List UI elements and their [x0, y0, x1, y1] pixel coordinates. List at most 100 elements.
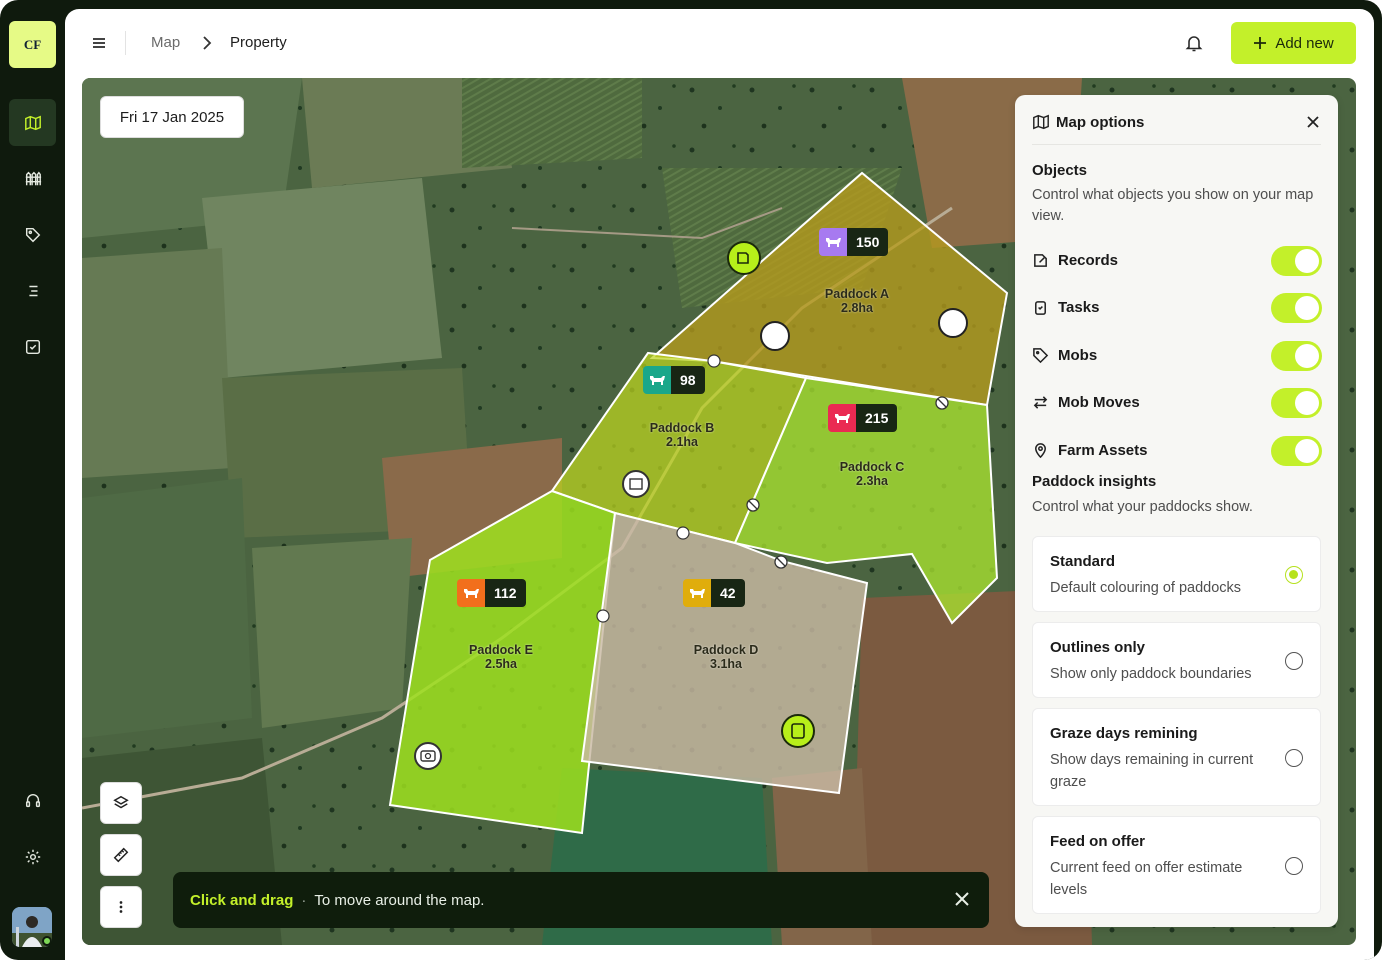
add-new-label: Add new: [1275, 34, 1334, 52]
objects-title: Objects: [1032, 162, 1088, 179]
toggle-row-farm-assets[interactable]: Farm Assets: [1032, 436, 1322, 466]
paddock-name: Paddock C: [839, 460, 905, 474]
insights-title: Paddock insights: [1032, 473, 1157, 490]
paddock-b-label[interactable]: Paddock B 2.1ha: [642, 421, 722, 449]
bell-icon[interactable]: [1184, 33, 1204, 53]
option-title: Feed on offer: [1050, 833, 1146, 850]
sidebar-item-records[interactable]: [9, 267, 56, 314]
toggle-label: Mob Moves: [1058, 394, 1140, 411]
layers-button[interactable]: [100, 782, 142, 824]
mob-count: 42: [711, 579, 745, 607]
task-pin[interactable]: [781, 714, 815, 748]
asset-pin[interactable]: [938, 308, 968, 338]
camera-pin[interactable]: [414, 742, 442, 770]
app-frame: CF Map Property Add new Paddock A 2.8ha …: [0, 0, 1382, 960]
map-options-panel: Map options Objects Control what objects…: [1015, 95, 1338, 927]
paddock-a-label[interactable]: Paddock A 2.8ha: [817, 287, 897, 315]
measure-button[interactable]: [100, 834, 142, 876]
paddock-area: 2.5ha: [485, 657, 517, 671]
insight-option-graze-days[interactable]: Graze days remining Show days remaining …: [1032, 708, 1321, 806]
toggle-row-records[interactable]: Records: [1032, 246, 1322, 276]
layers-icon: [113, 795, 129, 809]
tasks-toggle[interactable]: [1271, 293, 1322, 323]
toggle-label: Farm Assets: [1058, 442, 1148, 459]
paddock-name: Paddock D: [693, 643, 759, 657]
divider: [125, 31, 126, 55]
map-view[interactable]: Paddock A 2.8ha Paddock B 2.1ha Paddock …: [82, 78, 1356, 945]
cow-icon: [643, 366, 671, 394]
cow-icon: [828, 404, 856, 432]
insight-option-feed-on-offer[interactable]: Feed on offer Current feed on offer esti…: [1032, 816, 1321, 914]
toggle-row-mob-moves[interactable]: Mob Moves: [1032, 388, 1322, 418]
hint-toast: Click and drag · To move around the map.: [173, 872, 989, 928]
paddock-area: 3.1ha: [710, 657, 742, 671]
paddock-d-label[interactable]: Paddock D 3.1ha: [686, 643, 766, 671]
task-check-icon: [25, 339, 40, 354]
radio-selected[interactable]: [1285, 566, 1303, 584]
top-bar: Map Property Add new: [65, 9, 1374, 77]
arrows-icon: [1033, 396, 1048, 409]
menu-icon[interactable]: [89, 33, 109, 53]
main-panel: Map Property Add new Paddock A 2.8ha Pad…: [65, 9, 1374, 960]
panel-header: Map options: [1032, 113, 1321, 145]
option-title: Standard: [1050, 553, 1116, 570]
mob-count: 112: [485, 579, 526, 607]
close-icon[interactable]: [1305, 114, 1321, 130]
breadcrumb-property: Property: [230, 34, 287, 51]
toggle-row-mobs[interactable]: Mobs: [1032, 341, 1322, 371]
toggle-label: Tasks: [1058, 299, 1100, 316]
mob-badge[interactable]: 215: [828, 404, 898, 432]
cow-icon: [683, 579, 711, 607]
online-status-dot: [42, 936, 52, 946]
paddock-area: 2.8ha: [841, 301, 873, 315]
paddock-area: 2.1ha: [666, 435, 698, 449]
add-new-button[interactable]: Add new: [1231, 22, 1356, 64]
insight-option-standard[interactable]: Standard Default colouring of paddocks: [1032, 536, 1321, 612]
toggle-row-tasks[interactable]: Tasks: [1032, 293, 1322, 323]
mob-badge[interactable]: 98: [643, 366, 705, 394]
asset-shed-pin[interactable]: [622, 470, 650, 498]
mob-badge[interactable]: 42: [683, 579, 745, 607]
radio-unselected[interactable]: [1285, 652, 1303, 670]
sidebar-item-support[interactable]: [9, 777, 56, 824]
objects-desc: Control what objects you show on your ma…: [1032, 187, 1314, 224]
paddock-name: Paddock B: [649, 421, 715, 435]
sidebar-item-tasks[interactable]: [9, 323, 56, 370]
farm-assets-toggle[interactable]: [1271, 436, 1322, 466]
date-chip[interactable]: Fri 17 Jan 2025: [100, 96, 244, 138]
records-toggle[interactable]: [1271, 246, 1322, 276]
sidebar-item-mobs[interactable]: [9, 211, 56, 258]
cow-icon: [819, 228, 847, 256]
radio-unselected[interactable]: [1285, 857, 1303, 875]
radio-unselected[interactable]: [1285, 749, 1303, 767]
close-icon[interactable]: [953, 890, 971, 908]
map-icon: [24, 115, 41, 130]
mobs-toggle[interactable]: [1271, 341, 1322, 371]
mob-badge[interactable]: 150: [819, 228, 889, 256]
asset-pin[interactable]: [760, 321, 790, 351]
more-button[interactable]: [100, 886, 142, 928]
chevron-right-icon: [203, 36, 212, 50]
option-title: Graze days remining: [1050, 725, 1198, 742]
mob-moves-toggle[interactable]: [1271, 388, 1322, 418]
list-icon: [28, 285, 37, 296]
breadcrumb-map[interactable]: Map: [151, 34, 180, 51]
sidebar-item-settings[interactable]: [9, 833, 56, 880]
app-logo[interactable]: CF: [9, 21, 56, 68]
sidebar-item-map[interactable]: [9, 99, 56, 146]
sidebar: CF: [0, 0, 65, 960]
paddock-c-label[interactable]: Paddock C 2.3ha: [832, 460, 912, 488]
record-pin[interactable]: [727, 241, 761, 275]
plus-icon: [1254, 37, 1267, 49]
insights-desc: Control what your paddocks show.: [1032, 499, 1253, 515]
paddock-name: Paddock A: [824, 287, 890, 301]
sidebar-item-paddocks[interactable]: [9, 155, 56, 202]
insight-option-outlines[interactable]: Outlines only Show only paddock boundari…: [1032, 622, 1321, 698]
mob-badge[interactable]: 112: [457, 579, 526, 607]
toast-text: To move around the map.: [314, 891, 485, 909]
tag-icon: [25, 227, 40, 242]
gear-icon: [25, 849, 40, 864]
paddock-e-label[interactable]: Paddock E 2.5ha: [461, 643, 541, 671]
toggle-label: Records: [1058, 252, 1119, 269]
ruler-icon: [113, 847, 129, 863]
